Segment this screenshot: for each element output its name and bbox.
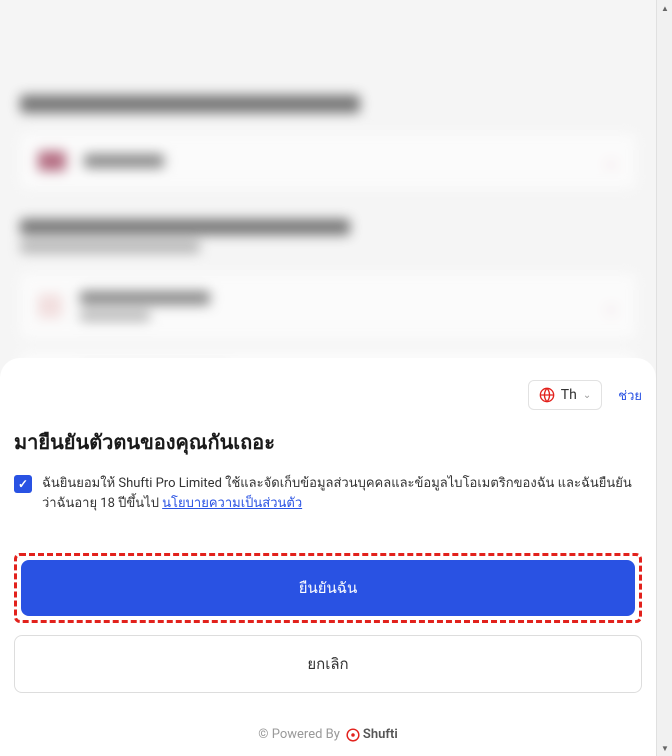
scroll-up-arrow[interactable]: ▲ — [657, 0, 672, 16]
consent-text: ฉันยินยอมให้ Shufti Pro Limited ใช้และจั… — [42, 474, 642, 513]
highlight-border: ยืนยันฉัน — [14, 553, 642, 623]
language-selector[interactable]: Th ⌄ — [528, 380, 602, 410]
sheet-header: Th ⌄ ช่วย — [14, 380, 642, 410]
language-label: Th — [561, 387, 577, 403]
consent-checkbox[interactable]: ✓ — [14, 475, 32, 493]
cancel-button[interactable]: ยกเลิก — [14, 635, 642, 693]
shufti-icon — [346, 728, 360, 742]
brand-name: Shufti — [363, 727, 398, 742]
globe-icon — [539, 387, 555, 403]
scrollbar[interactable]: ▲ ▼ — [656, 0, 672, 756]
checkmark-icon: ✓ — [18, 477, 28, 491]
sheet-title: มายืนยันตัวตนของคุณกันเถอะ — [14, 426, 642, 458]
shufti-logo: Shufti — [346, 727, 398, 742]
help-link[interactable]: ช่วย — [618, 385, 642, 406]
verification-sheet: Th ⌄ ช่วย มายืนยันตัวตนของคุณกันเถอะ ✓ ฉ… — [0, 358, 656, 756]
chevron-down-icon: ⌄ — [583, 390, 591, 401]
consent-row: ✓ ฉันยินยอมให้ Shufti Pro Limited ใช้และ… — [14, 474, 642, 513]
powered-by: © Powered By Shufti — [14, 727, 642, 742]
scroll-down-arrow[interactable]: ▼ — [657, 740, 672, 756]
verify-button[interactable]: ยืนยันฉัน — [21, 560, 635, 616]
powered-by-text: © Powered By — [258, 727, 340, 742]
privacy-policy-link[interactable]: นโยบายความเป็นส่วนตัว — [162, 496, 302, 511]
consent-text-prefix: ฉันยินยอมให้ Shufti Pro Limited ใช้และจั… — [42, 476, 632, 511]
